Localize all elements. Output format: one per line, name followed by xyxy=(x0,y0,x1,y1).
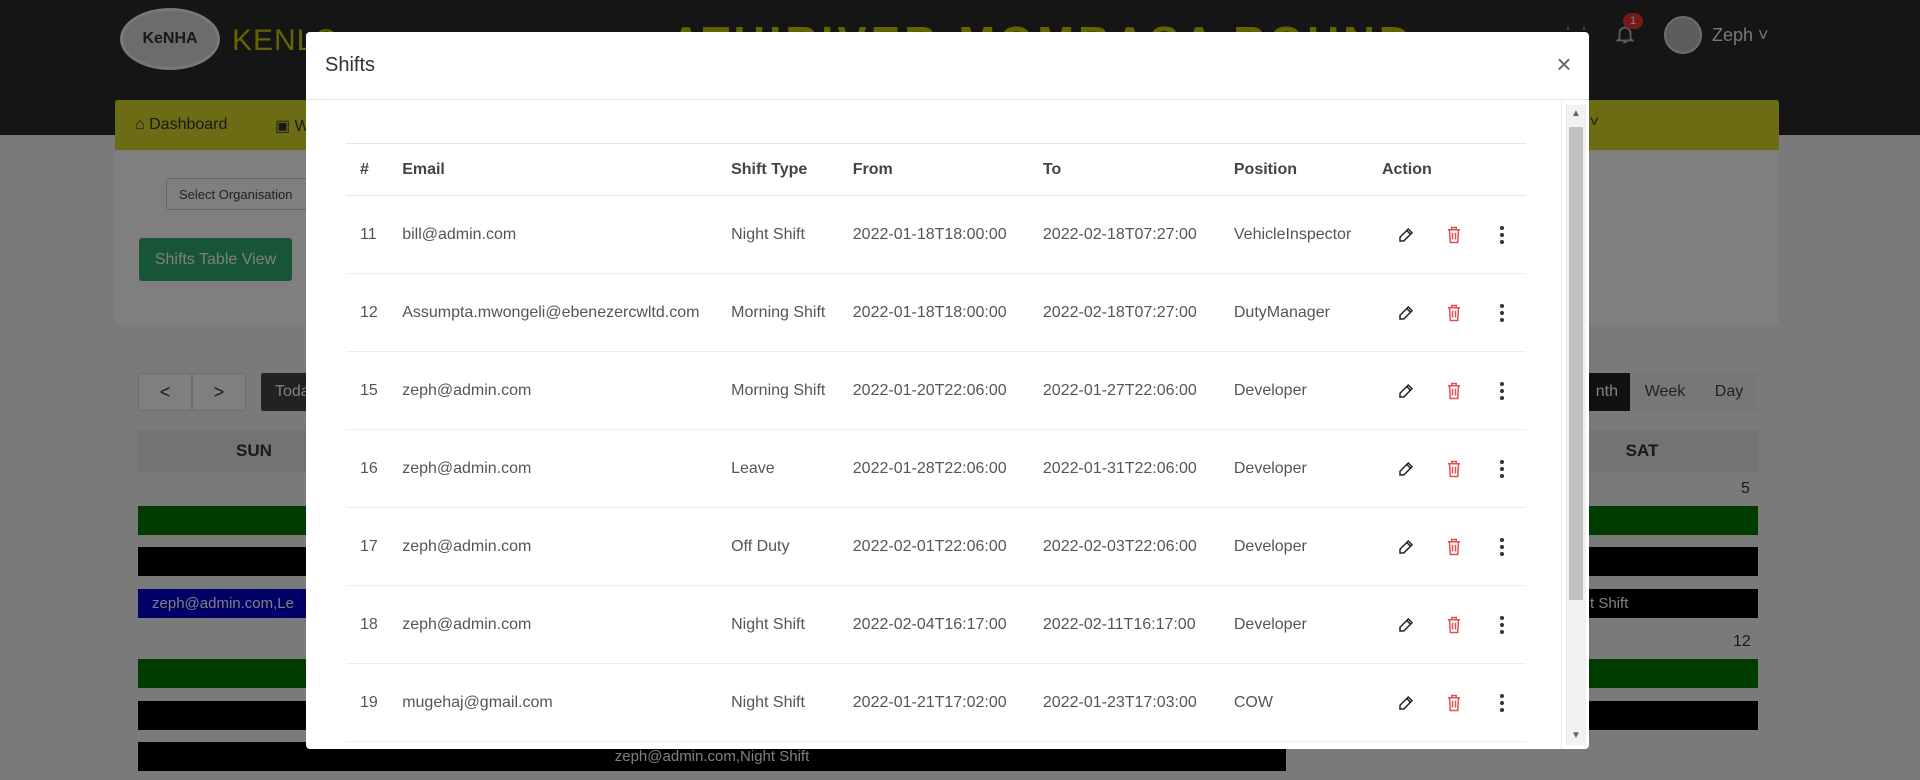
scroll-down-arrow-icon[interactable]: ▼ xyxy=(1566,727,1586,745)
table-row: 11 bill@admin.com Night Shift 2022-01-18… xyxy=(346,195,1526,274)
kebab-menu-icon[interactable] xyxy=(1478,610,1526,640)
pencil-icon[interactable] xyxy=(1382,298,1430,328)
row-to: 2022-01-31T22:06:00 xyxy=(1028,429,1220,508)
row-actions xyxy=(1367,273,1526,352)
modal-body: # Email Shift Type From To Position Acti… xyxy=(306,101,1589,749)
row-position: Developer xyxy=(1219,507,1368,586)
trash-icon[interactable] xyxy=(1430,532,1478,562)
trash-icon[interactable] xyxy=(1430,454,1478,484)
row-shift-type: Morning Shift xyxy=(717,273,839,352)
modal-title: Shifts xyxy=(325,54,376,76)
pencil-icon[interactable] xyxy=(1382,532,1430,562)
row-from: 2022-01-21T17:02:00 xyxy=(838,663,1029,742)
trash-icon[interactable] xyxy=(1430,298,1478,328)
scroll-up-arrow-icon[interactable]: ▲ xyxy=(1566,105,1586,123)
table-row: 16 zeph@admin.com Leave 2022-01-28T22:06… xyxy=(346,429,1526,508)
row-id: 11 xyxy=(346,195,389,274)
trash-icon[interactable] xyxy=(1430,688,1478,718)
row-to: 2022-01-23T17:03:00 xyxy=(1028,663,1220,742)
row-from: 2022-02-04T16:17:00 xyxy=(838,585,1029,664)
trash-icon[interactable] xyxy=(1430,376,1478,406)
column-header-from: From xyxy=(838,143,1029,196)
row-position: Developer xyxy=(1219,585,1368,664)
row-actions xyxy=(1367,585,1526,664)
trash-icon[interactable] xyxy=(1430,610,1478,640)
row-position: DutyManager xyxy=(1219,273,1368,352)
row-shift-type: Off Duty xyxy=(717,507,839,586)
shifts-table: # Email Shift Type From To Position Acti… xyxy=(346,143,1526,742)
table-row: 18 zeph@admin.com Night Shift 2022-02-04… xyxy=(346,585,1526,664)
row-from: 2022-01-18T18:00:00 xyxy=(838,273,1029,352)
row-email: mugehaj@gmail.com xyxy=(388,663,718,742)
shifts-modal: Shifts × # Email Shift Type From To Posi… xyxy=(306,32,1589,749)
row-to: 2022-02-11T16:17:00 xyxy=(1028,585,1220,664)
pencil-icon[interactable] xyxy=(1382,376,1430,406)
row-actions xyxy=(1367,507,1526,586)
column-header-index: # xyxy=(346,143,389,196)
row-shift-type: Leave xyxy=(717,429,839,508)
row-position: VehicleInspector xyxy=(1219,195,1368,274)
row-shift-type: Night Shift xyxy=(717,663,839,742)
row-id: 16 xyxy=(346,429,389,508)
close-icon[interactable]: × xyxy=(1552,50,1576,78)
column-header-email: Email xyxy=(388,143,718,196)
row-email: Assumpta.mwongeli@ebenezercwltd.com xyxy=(388,273,718,352)
row-id: 15 xyxy=(346,351,389,430)
row-position: Developer xyxy=(1219,351,1368,430)
row-shift-type: Morning Shift xyxy=(717,351,839,430)
row-id: 18 xyxy=(346,585,389,664)
row-position: Developer xyxy=(1219,429,1368,508)
row-actions xyxy=(1367,429,1526,508)
table-row: 17 zeph@admin.com Off Duty 2022-02-01T22… xyxy=(346,507,1526,586)
kebab-menu-icon[interactable] xyxy=(1478,688,1526,718)
pencil-icon[interactable] xyxy=(1382,454,1430,484)
row-shift-type: Night Shift xyxy=(717,195,839,274)
row-email: bill@admin.com xyxy=(388,195,718,274)
row-from: 2022-01-18T18:00:00 xyxy=(838,195,1029,274)
row-id: 19 xyxy=(346,663,389,742)
pencil-icon[interactable] xyxy=(1382,688,1430,718)
row-email: zeph@admin.com xyxy=(388,351,718,430)
row-actions xyxy=(1367,663,1526,742)
row-to: 2022-01-27T22:06:00 xyxy=(1028,351,1220,430)
row-to: 2022-02-03T22:06:00 xyxy=(1028,507,1220,586)
table-row: 15 zeph@admin.com Morning Shift 2022-01-… xyxy=(346,351,1526,430)
row-id: 12 xyxy=(346,273,389,352)
row-from: 2022-02-01T22:06:00 xyxy=(838,507,1029,586)
trash-icon[interactable] xyxy=(1430,220,1478,250)
row-shift-type: Night Shift xyxy=(717,585,839,664)
row-email: zeph@admin.com xyxy=(388,429,718,508)
row-email: zeph@admin.com xyxy=(388,585,718,664)
row-to: 2022-02-18T07:27:00 xyxy=(1028,195,1220,274)
row-from: 2022-01-20T22:06:00 xyxy=(838,351,1029,430)
row-position: COW xyxy=(1219,663,1368,742)
row-actions xyxy=(1367,351,1526,430)
table-header-row: # Email Shift Type From To Position Acti… xyxy=(346,143,1526,196)
table-row: 12 Assumpta.mwongeli@ebenezercwltd.com M… xyxy=(346,273,1526,352)
table-row: 19 mugehaj@gmail.com Night Shift 2022-01… xyxy=(346,663,1526,742)
column-header-to: To xyxy=(1028,143,1220,196)
row-from: 2022-01-28T22:06:00 xyxy=(838,429,1029,508)
pencil-icon[interactable] xyxy=(1382,220,1430,250)
column-header-shift-type: Shift Type xyxy=(717,143,839,196)
kebab-menu-icon[interactable] xyxy=(1478,454,1526,484)
row-email: zeph@admin.com xyxy=(388,507,718,586)
pencil-icon[interactable] xyxy=(1382,610,1430,640)
column-header-action: Action xyxy=(1367,143,1526,196)
row-id: 17 xyxy=(346,507,389,586)
scrollbar-thumb[interactable] xyxy=(1569,127,1583,600)
kebab-menu-icon[interactable] xyxy=(1478,220,1526,250)
kebab-menu-icon[interactable] xyxy=(1478,532,1526,562)
kebab-menu-icon[interactable] xyxy=(1478,298,1526,328)
kebab-menu-icon[interactable] xyxy=(1478,376,1526,406)
row-to: 2022-02-18T07:27:00 xyxy=(1028,273,1220,352)
row-actions xyxy=(1367,195,1526,274)
modal-header: Shifts × xyxy=(306,32,1589,100)
column-header-position: Position xyxy=(1219,143,1368,196)
scrollbar[interactable]: ▲ ▼ xyxy=(1566,105,1586,745)
